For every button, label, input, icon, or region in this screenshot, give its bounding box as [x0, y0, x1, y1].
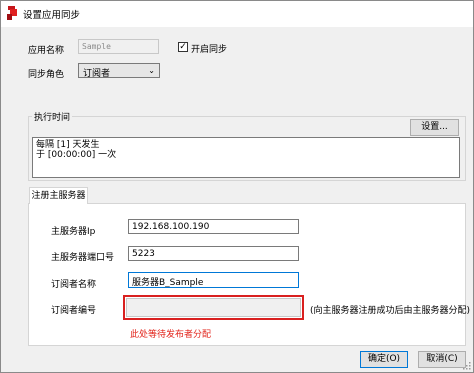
enable-sync-checkbox[interactable]: ✓	[178, 42, 188, 52]
server-ip-input[interactable]: 192.168.100.190	[128, 219, 299, 234]
sync-role-value: 订阅者	[83, 69, 111, 79]
sync-role-label: 同步角色	[28, 70, 65, 80]
server-ip-label: 主服务器Ip	[51, 227, 96, 237]
window-title: 设置应用同步	[23, 10, 81, 21]
subscriber-id-label: 订阅者编号	[51, 306, 97, 316]
title-bar: 设置应用同步	[1, 1, 473, 27]
subscriber-name-label: 订阅者名称	[51, 280, 97, 290]
schedule-line-1: 每隔 [1] 天发生	[36, 140, 100, 150]
schedule-line-2: 于 [00:00:00] 一次	[36, 150, 117, 160]
resize-grip-icon[interactable]	[463, 362, 471, 370]
schedule-group-title: 执行时间	[32, 110, 73, 123]
ok-button[interactable]: 确定(O)	[360, 351, 408, 368]
tab-register-server[interactable]: 注册主服务器	[29, 187, 88, 204]
subscriber-id-note: (向主服务器注册成功后由主服务器分配)	[310, 306, 471, 316]
server-port-input[interactable]: 5223	[128, 246, 299, 261]
enable-sync-label[interactable]: 开启同步	[191, 42, 227, 55]
server-port-label: 主服务器端口号	[51, 253, 115, 263]
subscriber-name-input[interactable]: 服务器B_Sample	[128, 272, 299, 288]
app-name-field: Sample	[78, 39, 159, 54]
dialog-window: 设置应用同步 应用名称 Sample ✓ 开启同步 同步角色 订阅者 ⌄ 执行时…	[0, 0, 474, 373]
subscriber-id-warning: 此处等待发布者分配	[130, 330, 212, 340]
app-red-icon	[7, 6, 17, 20]
schedule-settings-button[interactable]: 设置...	[410, 119, 459, 136]
cancel-button[interactable]: 取消(C)	[418, 351, 466, 368]
chevron-down-icon: ⌄	[148, 66, 155, 75]
sync-role-select[interactable]: 订阅者 ⌄	[78, 63, 160, 79]
schedule-description: 每隔 [1] 天发生 于 [00:00:00] 一次	[32, 137, 460, 178]
highlight-box	[123, 295, 304, 320]
app-name-label: 应用名称	[28, 46, 65, 56]
